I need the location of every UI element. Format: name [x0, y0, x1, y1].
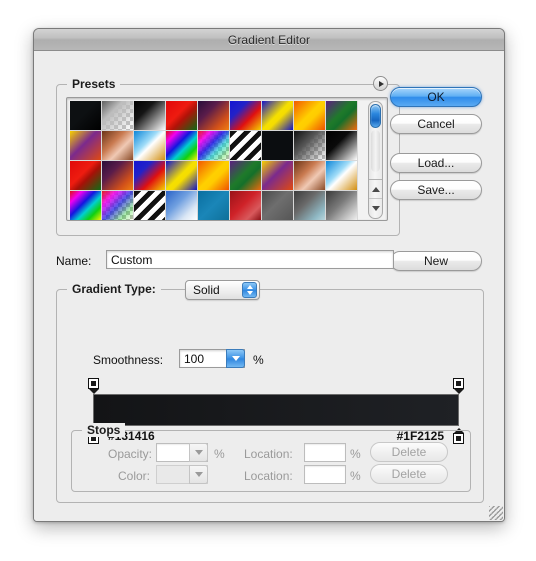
preset-swatch-blue-white[interactable] — [166, 191, 198, 220]
opacity-stop-left[interactable] — [88, 378, 99, 394]
preset-swatch-violet-orange-2[interactable] — [102, 161, 134, 191]
opacity-unit: % — [214, 447, 225, 461]
preset-swatch-gray-steel[interactable] — [262, 191, 294, 220]
preset-swatch-yellow-violet-orange[interactable] — [70, 131, 102, 161]
name-input[interactable]: Custom — [106, 250, 394, 269]
opacity-input[interactable] — [156, 443, 208, 462]
gradient-type-select[interactable]: Solid — [185, 280, 260, 300]
stop-handle-square — [453, 378, 464, 389]
scrollbar-thumb[interactable] — [370, 104, 381, 128]
gradient-preview-bar[interactable] — [93, 394, 459, 426]
preset-swatch-black-white-stripes[interactable] — [230, 131, 262, 161]
stops-legend: Stops — [82, 423, 126, 437]
preset-swatch-black-to-transparent-checker[interactable] — [294, 131, 326, 161]
chevron-down-icon — [194, 472, 203, 477]
window-title: Gradient Editor — [227, 32, 311, 47]
preset-swatch-violet-green-orange[interactable] — [326, 101, 358, 131]
presets-well[interactable] — [66, 97, 388, 221]
presets-grid[interactable] — [70, 101, 358, 220]
color-location-unit: % — [350, 469, 361, 483]
opacity-location-label: Location: — [244, 447, 293, 461]
preset-swatch-red-green-2[interactable] — [70, 161, 102, 191]
arrow-down-icon — [371, 205, 380, 211]
preset-swatch-blue-yellow-blue[interactable] — [262, 101, 294, 131]
smoothness-dropdown-button[interactable] — [226, 349, 245, 368]
preset-swatch-black-white-diagonal[interactable] — [326, 131, 358, 161]
chevron-down-icon — [194, 450, 203, 455]
preset-swatch-red-green[interactable] — [166, 101, 198, 131]
preset-swatch-red-dark-red[interactable] — [230, 191, 262, 220]
triangle-right-icon — [379, 80, 384, 87]
stepper-icon[interactable] — [242, 282, 257, 298]
gradient-type-value: Solid — [193, 283, 220, 297]
scrollbar-track[interactable] — [371, 130, 380, 172]
window-titlebar[interactable]: Gradient Editor — [34, 29, 504, 51]
smoothness-unit: % — [253, 353, 264, 367]
preset-swatch-yellow-violet-orange-2[interactable] — [262, 161, 294, 191]
gradient-type-group: Gradient Type: Solid Smoothness: 100 % #… — [56, 280, 484, 503]
dialog-body: Presets OK Cancel Load... Save... New Na… — [34, 51, 504, 521]
preset-swatch-gray-white[interactable] — [326, 191, 358, 220]
color-location-label: Location: — [244, 469, 293, 483]
preset-swatch-orange-yellow-orange[interactable] — [294, 101, 326, 131]
preset-swatch-gray-cyan[interactable] — [294, 191, 326, 220]
color-location-input[interactable] — [304, 465, 346, 484]
save-button[interactable]: Save... — [390, 180, 482, 200]
delete-color-stop-button[interactable]: Delete — [370, 464, 448, 484]
gradient-type-legend: Gradient Type: — [67, 282, 161, 296]
preset-swatch-blue-white-orange[interactable] — [134, 131, 166, 161]
preset-swatch-black-to-white[interactable] — [134, 101, 166, 131]
gradient-editor-window: Gradient Editor Presets OK Cancel Load..… — [33, 28, 505, 522]
presets-menu-button[interactable] — [373, 76, 388, 91]
color-swatch-select[interactable] — [156, 465, 208, 484]
scrollbar-arrows[interactable] — [369, 179, 382, 218]
preset-swatch-copper[interactable] — [102, 131, 134, 161]
smoothness-label: Smoothness: — [93, 353, 164, 367]
chevron-up-icon — [246, 285, 253, 289]
color-dropdown-button[interactable] — [189, 465, 208, 484]
opacity-location-unit: % — [350, 447, 361, 461]
preset-swatch-orange-yellow-2[interactable] — [198, 161, 230, 191]
ok-button[interactable]: OK — [390, 87, 482, 107]
opacity-location-input[interactable] — [304, 443, 346, 462]
preset-swatch-transparent-rainbow-2[interactable] — [102, 191, 134, 220]
smoothness-input[interactable]: 100 — [179, 349, 245, 368]
new-button[interactable]: New — [390, 251, 482, 271]
preset-swatch-violet-orange[interactable] — [198, 101, 230, 131]
presets-scrollbar[interactable] — [368, 101, 383, 219]
preset-swatch-violet-green-orange-2[interactable] — [230, 161, 262, 191]
scroll-up-button[interactable] — [369, 180, 382, 199]
load-button[interactable]: Load... — [390, 153, 482, 173]
opacity-stop-right[interactable] — [453, 378, 464, 394]
name-label: Name: — [56, 254, 92, 268]
smoothness-value: 100 — [184, 351, 205, 366]
preset-swatch-spectrum-2[interactable] — [70, 191, 102, 220]
preset-swatch-transparent-rainbow[interactable] — [198, 131, 230, 161]
preset-swatch-black-white-stripes-2[interactable] — [134, 191, 166, 220]
preset-swatch-copper-2[interactable] — [294, 161, 326, 191]
preset-swatch-white-to-transparent[interactable] — [102, 101, 134, 131]
preset-swatch-blue-red-yellow[interactable] — [230, 101, 262, 131]
presets-group: Presets — [56, 76, 400, 236]
preset-swatch-solid-black[interactable] — [262, 131, 294, 161]
arrow-up-icon — [371, 186, 380, 192]
chevron-down-icon — [231, 356, 240, 361]
cancel-button[interactable]: Cancel — [390, 114, 482, 134]
resize-grip-icon[interactable] — [489, 506, 503, 520]
preset-swatch-spectrum[interactable] — [166, 131, 198, 161]
color-label: Color: — [118, 469, 151, 483]
chevron-down-icon — [246, 291, 253, 295]
opacity-dropdown-button[interactable] — [189, 443, 208, 462]
preset-swatch-black-transparent[interactable] — [70, 101, 102, 131]
stop-handle-square — [88, 378, 99, 389]
delete-opacity-stop-button[interactable]: Delete — [370, 442, 448, 462]
preset-swatch-blue-red-yellow-2[interactable] — [134, 161, 166, 191]
opacity-label: Opacity: — [108, 447, 153, 461]
scroll-down-button[interactable] — [369, 199, 382, 217]
preset-swatch-teal-solid[interactable] — [198, 191, 230, 220]
preset-swatch-blue-yellow-blue-2[interactable] — [166, 161, 198, 191]
preset-swatch-blue-white-orange-2[interactable] — [326, 161, 358, 191]
stops-group: Stops Opacity: % Location: % Delete Colo… — [71, 423, 471, 492]
presets-legend: Presets — [67, 77, 121, 91]
